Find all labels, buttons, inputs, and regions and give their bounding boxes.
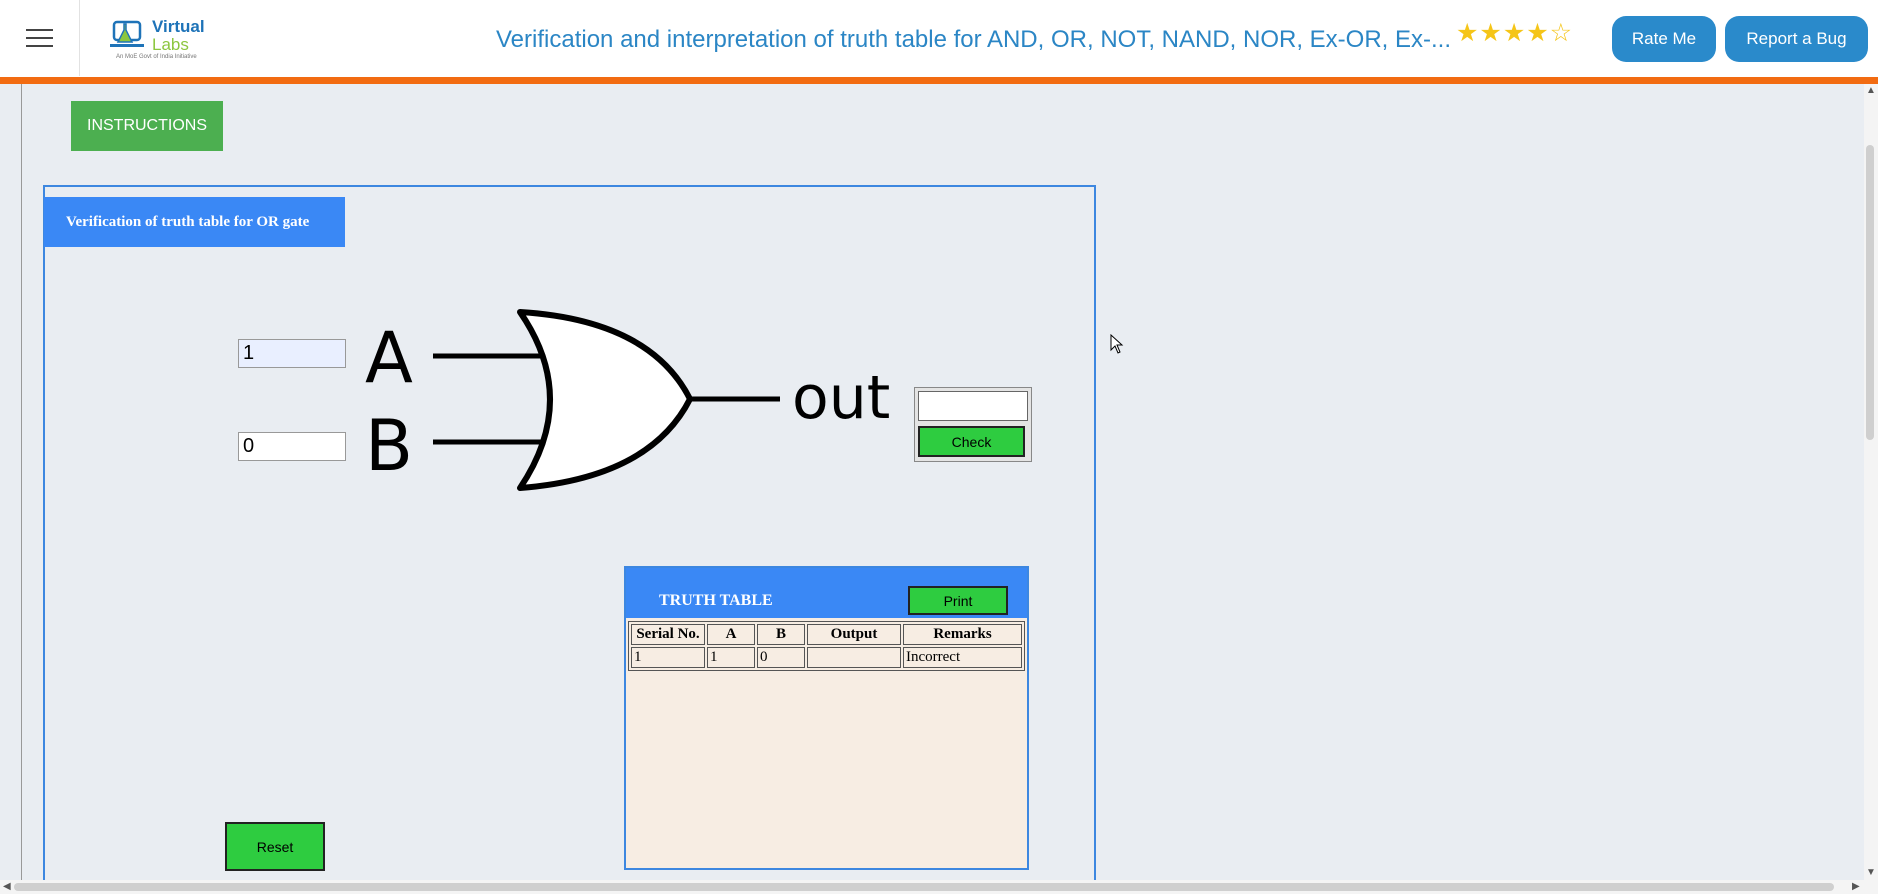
label-b: B xyxy=(365,405,413,487)
output-field[interactable] xyxy=(918,391,1028,421)
check-button[interactable]: Check xyxy=(918,426,1025,457)
header-accent-bar xyxy=(0,77,1878,84)
truth-table-header: TRUTH TABLE Print xyxy=(626,568,1027,618)
star-rating[interactable]: ★★★★☆ xyxy=(1456,18,1573,48)
truth-table-title: TRUTH TABLE xyxy=(659,592,773,609)
cell-a: 1 xyxy=(707,647,755,668)
or-gate-body xyxy=(517,309,693,491)
menu-button[interactable] xyxy=(0,0,80,76)
table-row: 1 1 0 Incorrect xyxy=(631,647,1022,668)
truth-table: Serial No. A B Output Remarks 1 1 0 Inco… xyxy=(628,621,1025,671)
cell-output xyxy=(807,647,901,668)
label-out: out xyxy=(792,363,890,433)
scroll-right-icon[interactable]: ▶ xyxy=(1852,882,1860,892)
or-gate-diagram: A B out xyxy=(365,309,890,491)
logo-text: Virtual xyxy=(152,17,205,36)
vertical-scroll-thumb[interactable] xyxy=(1866,145,1874,440)
rate-me-button[interactable]: Rate Me xyxy=(1612,16,1716,62)
print-button[interactable]: Print xyxy=(908,586,1008,615)
cell-serial: 1 xyxy=(631,647,705,668)
instructions-button[interactable]: INSTRUCTIONS xyxy=(71,101,223,151)
col-a: A xyxy=(707,624,755,645)
label-a: A xyxy=(365,317,413,399)
cell-remarks: Incorrect xyxy=(903,647,1022,668)
scroll-left-icon[interactable]: ◀ xyxy=(3,882,11,892)
input-a-field[interactable] xyxy=(238,339,346,368)
input-b-field[interactable] xyxy=(238,432,346,461)
horizontal-scroll-thumb[interactable] xyxy=(14,883,1834,891)
top-header: Virtual Labs An MoE Govt of India Initia… xyxy=(0,0,1878,78)
flask-icon xyxy=(110,20,144,47)
page-title: Verification and interpretation of truth… xyxy=(496,26,1451,53)
content-divider xyxy=(21,84,22,880)
logo-text-2: Labs xyxy=(152,35,189,54)
table-header-row: Serial No. A B Output Remarks xyxy=(631,624,1022,645)
scroll-down-icon[interactable]: ▼ xyxy=(1866,868,1876,878)
col-serial: Serial No. xyxy=(631,624,705,645)
col-remarks: Remarks xyxy=(903,624,1022,645)
experiment-title: Verification of truth table for OR gate xyxy=(44,197,345,247)
logo-tagline: An MoE Govt of India Initiative xyxy=(116,54,197,60)
mouse-cursor-icon xyxy=(1110,334,1124,354)
col-output: Output xyxy=(807,624,901,645)
truth-table-panel: TRUTH TABLE Print Serial No. A B Output … xyxy=(624,566,1029,870)
col-b: B xyxy=(757,624,805,645)
hamburger-icon xyxy=(26,29,53,31)
report-bug-button[interactable]: Report a Bug xyxy=(1725,16,1868,62)
virtual-labs-logo[interactable]: Virtual Labs An MoE Govt of India Initia… xyxy=(108,12,208,64)
scroll-up-icon[interactable]: ▲ xyxy=(1866,86,1876,96)
cell-b: 0 xyxy=(757,647,805,668)
reset-button[interactable]: Reset xyxy=(225,822,325,871)
